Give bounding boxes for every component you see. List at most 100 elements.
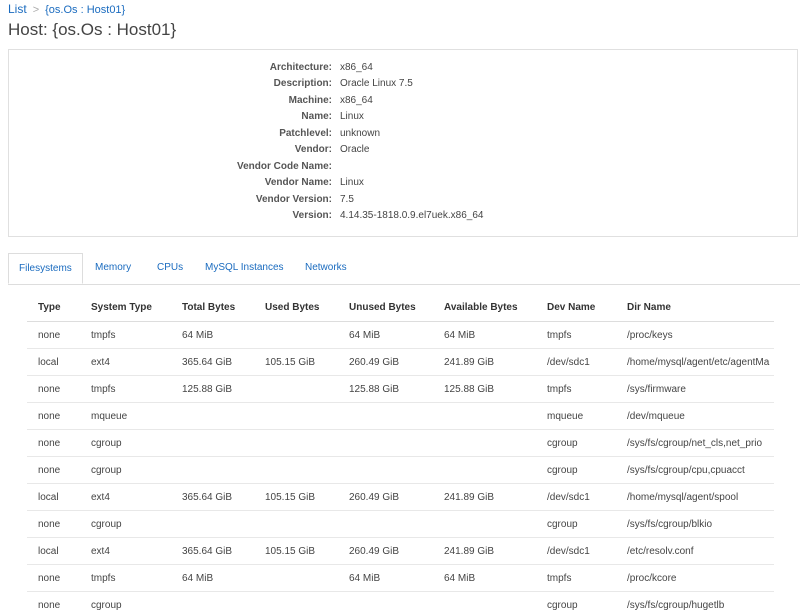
dev-name-cell: cgroup <box>536 511 616 538</box>
unused-bytes-cell <box>338 403 433 430</box>
column-header-dev-name[interactable]: Dev Name <box>536 294 616 322</box>
unused-bytes-cell: 260.49 GiB <box>338 349 433 376</box>
table-row[interactable]: nonecgroupcgroup/sys/fs/cgroup/net_cls,n… <box>27 430 774 457</box>
table-row[interactable]: localext4365.64 GiB105.15 GiB260.49 GiB2… <box>27 538 774 565</box>
tab-mysql-instances[interactable]: MySQL Instances <box>205 253 284 283</box>
type-cell: local <box>27 484 80 511</box>
unused-bytes-cell: 125.88 GiB <box>338 376 433 403</box>
system-type-cell: mqueue <box>80 403 171 430</box>
detail-label: Vendor Name: <box>265 175 332 191</box>
table-row[interactable]: nonetmpfs125.88 GiB125.88 GiB125.88 GiBt… <box>27 376 774 403</box>
type-cell: local <box>27 538 80 565</box>
system-type-cell: tmpfs <box>80 565 171 592</box>
total-bytes-cell <box>171 430 254 457</box>
column-header-dir-name[interactable]: Dir Name <box>616 294 774 322</box>
dev-name-cell: tmpfs <box>536 565 616 592</box>
detail-row-machine: Machine:x86_64 <box>9 93 797 109</box>
filesystems-table-container: Type System Type Total Bytes Used Bytes … <box>27 294 774 615</box>
column-header-unused-bytes[interactable]: Unused Bytes <box>338 294 433 322</box>
tab-memory[interactable]: Memory <box>95 253 131 283</box>
column-header-type[interactable]: Type <box>27 294 80 322</box>
used-bytes-cell <box>254 511 338 538</box>
tab-filesystems[interactable]: Filesystems <box>8 253 83 284</box>
tab-networks[interactable]: Networks <box>305 253 347 283</box>
table-row[interactable]: nonetmpfs64 MiB64 MiB64 MiBtmpfs/proc/kc… <box>27 565 774 592</box>
system-type-cell: cgroup <box>80 457 171 484</box>
available-bytes-cell <box>433 592 536 615</box>
table-row[interactable]: nonetmpfs64 MiB64 MiB64 MiBtmpfs/proc/ke… <box>27 322 774 349</box>
detail-value: Oracle Linux 7.5 <box>340 76 413 92</box>
page-title: Host: {os.Os : Host01} <box>8 20 176 40</box>
system-type-cell: cgroup <box>80 592 171 615</box>
detail-label: Vendor: <box>295 142 332 158</box>
used-bytes-cell <box>254 457 338 484</box>
column-header-system-type[interactable]: System Type <box>80 294 171 322</box>
used-bytes-cell <box>254 322 338 349</box>
breadcrumb-separator: > <box>33 4 39 16</box>
dev-name-cell: cgroup <box>536 457 616 484</box>
dir-name-cell: /sys/fs/cgroup/cpu,cpuacct <box>616 457 774 484</box>
table-row[interactable]: nonecgroupcgroup/sys/fs/cgroup/blkio <box>27 511 774 538</box>
dir-name-cell: /sys/fs/cgroup/blkio <box>616 511 774 538</box>
system-type-cell: tmpfs <box>80 322 171 349</box>
total-bytes-cell: 64 MiB <box>171 565 254 592</box>
table-row[interactable]: nonecgroupcgroup/sys/fs/cgroup/hugetlb <box>27 592 774 615</box>
detail-label: Name: <box>301 109 332 125</box>
detail-label: Machine: <box>289 93 332 109</box>
column-header-available-bytes[interactable]: Available Bytes <box>433 294 536 322</box>
detail-label: Architecture: <box>270 60 332 76</box>
detail-row-vendor-code-name: Vendor Code Name: <box>9 159 797 175</box>
table-row[interactable]: nonemqueuemqueue/dev/mqueue <box>27 403 774 430</box>
tab-cpus[interactable]: CPUs <box>157 253 183 283</box>
unused-bytes-cell <box>338 457 433 484</box>
table-row[interactable]: nonecgroupcgroup/sys/fs/cgroup/cpu,cpuac… <box>27 457 774 484</box>
detail-label: Vendor Version: <box>256 192 332 208</box>
used-bytes-cell: 105.15 GiB <box>254 484 338 511</box>
unused-bytes-cell <box>338 511 433 538</box>
total-bytes-cell: 365.64 GiB <box>171 484 254 511</box>
detail-row-vendor-name: Vendor Name:Linux <box>9 175 797 191</box>
total-bytes-cell: 365.64 GiB <box>171 538 254 565</box>
used-bytes-cell <box>254 565 338 592</box>
dev-name-cell: cgroup <box>536 592 616 615</box>
unused-bytes-cell: 260.49 GiB <box>338 538 433 565</box>
detail-value: 4.14.35-1818.0.9.el7uek.x86_64 <box>340 208 483 224</box>
table-row[interactable]: localext4365.64 GiB105.15 GiB260.49 GiB2… <box>27 349 774 376</box>
unused-bytes-cell: 260.49 GiB <box>338 484 433 511</box>
dir-name-cell: /proc/kcore <box>616 565 774 592</box>
system-type-cell: ext4 <box>80 484 171 511</box>
dev-name-cell: tmpfs <box>536 322 616 349</box>
used-bytes-cell <box>254 592 338 615</box>
type-cell: none <box>27 592 80 615</box>
detail-value: x86_64 <box>340 60 373 76</box>
column-header-used-bytes[interactable]: Used Bytes <box>254 294 338 322</box>
total-bytes-cell: 365.64 GiB <box>171 349 254 376</box>
used-bytes-cell: 105.15 GiB <box>254 349 338 376</box>
table-body: nonetmpfs64 MiB64 MiB64 MiBtmpfs/proc/ke… <box>27 322 774 615</box>
available-bytes-cell: 64 MiB <box>433 565 536 592</box>
available-bytes-cell: 241.89 GiB <box>433 484 536 511</box>
total-bytes-cell <box>171 457 254 484</box>
tab-bar: Filesystems Memory CPUs MySQL Instances … <box>8 253 800 285</box>
table-header-row: Type System Type Total Bytes Used Bytes … <box>27 294 774 322</box>
detail-row-patchlevel: Patchlevel:unknown <box>9 126 797 142</box>
dir-name-cell: /sys/fs/cgroup/net_cls,net_prio <box>616 430 774 457</box>
breadcrumb-list-link[interactable]: List <box>8 2 27 16</box>
detail-row-vendor-version: Vendor Version:7.5 <box>9 192 797 208</box>
type-cell: none <box>27 457 80 484</box>
detail-row-name: Name:Linux <box>9 109 797 125</box>
system-type-cell: ext4 <box>80 349 171 376</box>
detail-row-description: Description: Oracle Linux 7.5 <box>9 76 797 92</box>
dir-name-cell: /sys/firmware <box>616 376 774 403</box>
dir-name-cell: /home/mysql/agent/spool <box>616 484 774 511</box>
available-bytes-cell: 241.89 GiB <box>433 349 536 376</box>
type-cell: none <box>27 376 80 403</box>
breadcrumb: List>{os.Os : Host01} <box>8 2 125 16</box>
dir-name-cell: /proc/keys <box>616 322 774 349</box>
used-bytes-cell <box>254 376 338 403</box>
type-cell: none <box>27 565 80 592</box>
detail-label: Description: <box>274 76 332 92</box>
type-cell: none <box>27 322 80 349</box>
table-row[interactable]: localext4365.64 GiB105.15 GiB260.49 GiB2… <box>27 484 774 511</box>
column-header-total-bytes[interactable]: Total Bytes <box>171 294 254 322</box>
